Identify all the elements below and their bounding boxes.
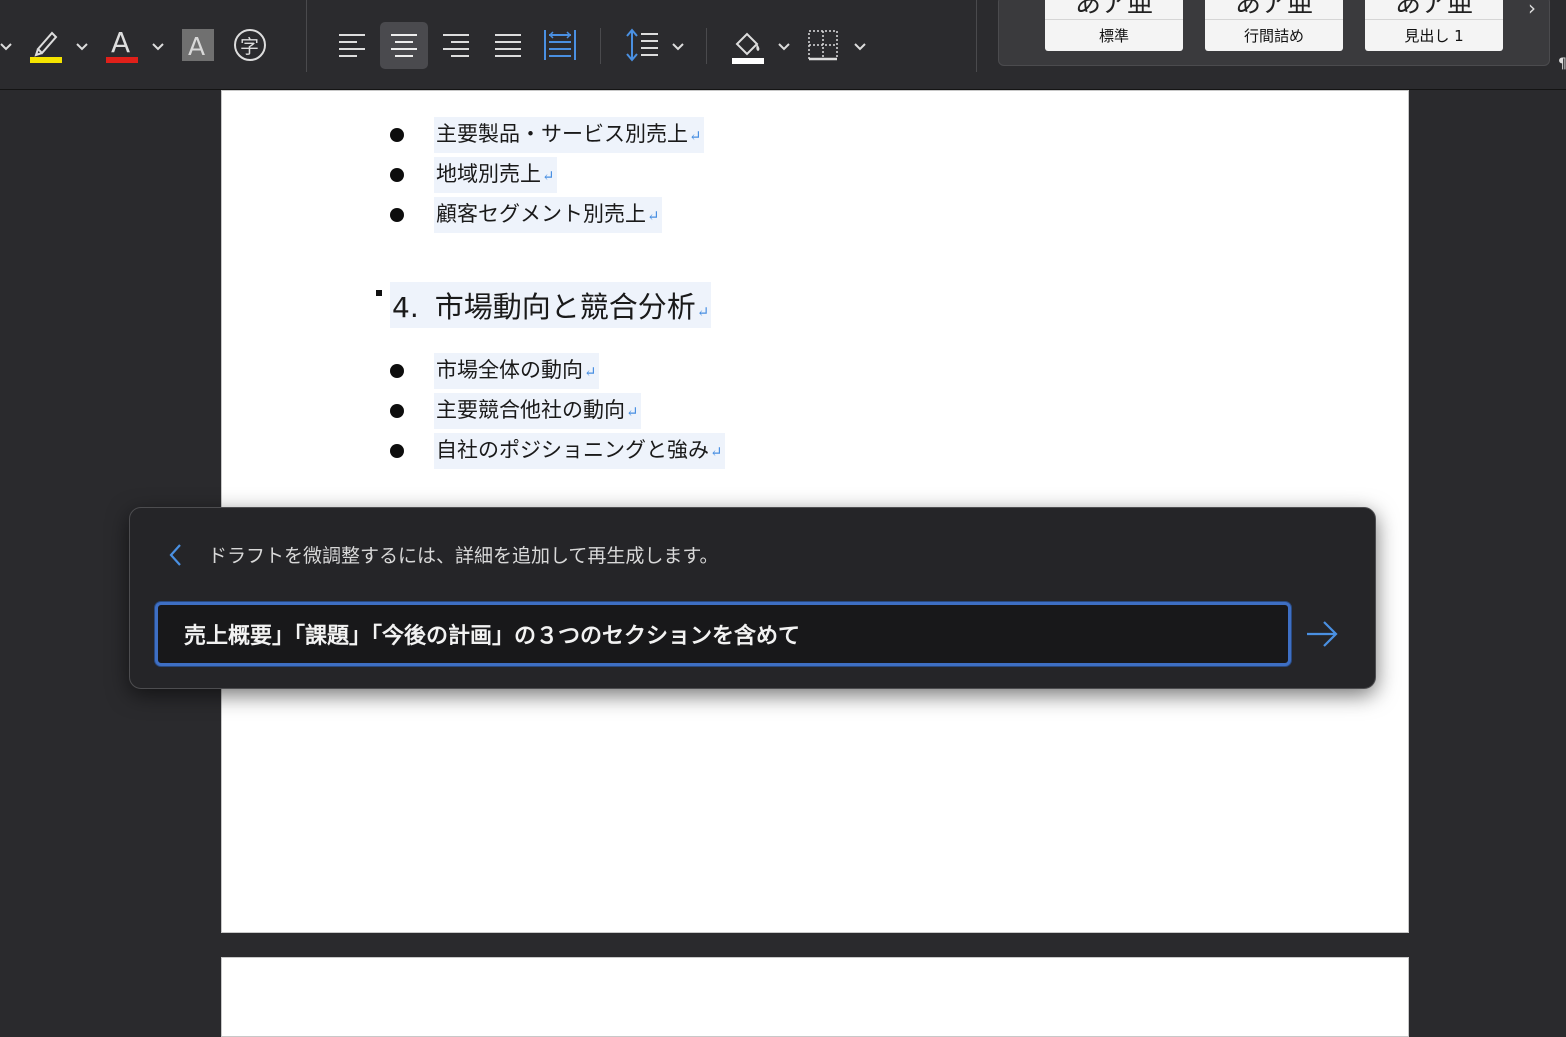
ribbon-separator [306, 0, 307, 72]
align-left-icon [339, 34, 365, 57]
align-left-button[interactable] [332, 0, 372, 90]
font-color-icon: A [106, 26, 138, 63]
align-right-button[interactable] [436, 0, 476, 90]
highlighter-icon [30, 31, 62, 63]
bullet-icon [390, 444, 404, 458]
style-normal[interactable]: あア亜 標準 [1045, 0, 1183, 51]
prompt-field[interactable] [155, 602, 1291, 666]
bullet-icon [390, 208, 404, 222]
paragraph-mark-icon: ↵ [584, 363, 597, 381]
list-item[interactable]: 主要競合他社の動向↵ [390, 393, 641, 429]
line-spacing-chevron-icon[interactable] [672, 38, 684, 52]
shading-button[interactable] [728, 0, 768, 90]
heading-number: 4. [392, 291, 419, 324]
document-page-next[interactable] [221, 957, 1409, 1037]
bullet-icon [390, 404, 404, 418]
align-center-button[interactable] [384, 0, 424, 90]
highlight-dropdown-chevron-icon[interactable] [76, 38, 88, 52]
list-item-text: 自社のポジショニングと強み↵ [434, 433, 725, 469]
list-item[interactable]: 顧客セグメント別売上↵ [390, 197, 662, 233]
borders-icon [808, 30, 838, 61]
distributed-icon [544, 30, 576, 60]
style-label: 行間詰め [1243, 27, 1304, 45]
style-no-spacing[interactable]: あア亜 行間詰め [1205, 0, 1343, 51]
list-item[interactable]: 市場全体の動向↵ [390, 353, 599, 389]
section-heading[interactable]: 4. 市場動向と競合分析↵ [376, 282, 712, 328]
style-label: 見出し 1 [1404, 27, 1464, 45]
style-heading-1[interactable]: あア亜 見出し 1 [1365, 0, 1503, 51]
character-shading-glyph: A [188, 32, 205, 61]
align-right-icon [443, 34, 469, 57]
character-shading-button[interactable]: A [180, 0, 216, 90]
align-center-icon [391, 34, 417, 57]
justify-icon [495, 34, 521, 57]
send-button[interactable] [1304, 618, 1340, 650]
list-item[interactable]: 地域別売上↵ [390, 157, 557, 193]
style-divider [1205, 19, 1343, 20]
style-label: 標準 [1098, 27, 1129, 45]
borders-button[interactable] [804, 0, 842, 90]
chevron-down-icon[interactable] [0, 38, 12, 52]
ribbon-separator [976, 0, 977, 72]
style-preview: あア亜 [1234, 0, 1313, 19]
list-item-text: 主要製品・サービス別売上↵ [434, 117, 704, 153]
character-shading-icon: A [182, 29, 214, 61]
paragraph-mark-icon: ↵ [696, 303, 710, 321]
phonetic-guide-glyph: 字 [240, 36, 259, 58]
anchor-mark-icon [376, 290, 382, 296]
bullet-icon [390, 364, 404, 378]
refine-hint-text: ドラフトを微調整するには、詳細を追加して再生成します。 [208, 545, 719, 567]
paragraph-mark-icon: ↵ [542, 167, 555, 185]
list-item-text: 顧客セグメント別売上↵ [434, 197, 662, 233]
shading-chevron-icon[interactable] [778, 38, 790, 52]
ribbon-separator [706, 28, 707, 64]
font-color-button[interactable]: A [104, 0, 140, 90]
paragraph-mark-icon: ↵ [647, 207, 660, 225]
chevron-left-icon [169, 544, 181, 566]
distributed-button[interactable] [540, 0, 580, 90]
list-item[interactable]: 自社のポジショニングと強み↵ [390, 433, 725, 469]
back-button[interactable] [166, 542, 186, 568]
style-preview: あア亜 [1394, 0, 1473, 19]
style-divider [1365, 19, 1503, 20]
font-color-glyph: A [111, 26, 130, 59]
list-item-text: 地域別売上↵ [434, 157, 557, 193]
bullet-icon [390, 128, 404, 142]
copilot-refine-panel: ドラフトを微調整するには、詳細を追加して再生成します。 [129, 507, 1376, 689]
ribbon-separator [600, 28, 601, 64]
arrow-right-icon [1307, 621, 1338, 647]
style-preview: あア亜 [1074, 0, 1153, 19]
list-item-text: 市場全体の動向↵ [434, 353, 599, 389]
highlight-color-button[interactable] [28, 0, 64, 90]
style-divider [1045, 19, 1183, 20]
bullet-icon [390, 168, 404, 182]
gallery-next-icon[interactable]: › [1522, 0, 1542, 20]
justify-button[interactable] [488, 0, 528, 90]
phonetic-guide-icon: 字 [234, 29, 266, 61]
heading-text: 4. 市場動向と競合分析↵ [390, 282, 712, 328]
line-spacing-button[interactable] [622, 0, 662, 90]
styles-pane-icon[interactable]: ¶ [1558, 56, 1566, 72]
borders-chevron-icon[interactable] [854, 38, 866, 52]
paragraph-mark-icon: ↵ [689, 127, 702, 145]
paragraph-mark-icon: ↵ [626, 403, 639, 421]
paint-bucket-icon [732, 32, 764, 64]
font-color-dropdown-chevron-icon[interactable] [152, 38, 164, 52]
list-item-text: 主要競合他社の動向↵ [434, 393, 641, 429]
paragraph-mark-icon: ↵ [710, 443, 723, 461]
styles-gallery: あア亜 標準 あア亜 行間詰め あア亜 見出し 1 [998, 0, 1550, 66]
prompt-input[interactable] [184, 605, 1274, 663]
ribbon-toolbar: A A 字 あア亜 標準 あア亜 行間詰め あア亜 見出し 1 › [0, 0, 1566, 90]
list-item[interactable]: 主要製品・サービス別売上↵ [390, 117, 704, 153]
line-spacing-icon [626, 28, 658, 62]
phonetic-guide-button[interactable]: 字 [231, 0, 269, 90]
